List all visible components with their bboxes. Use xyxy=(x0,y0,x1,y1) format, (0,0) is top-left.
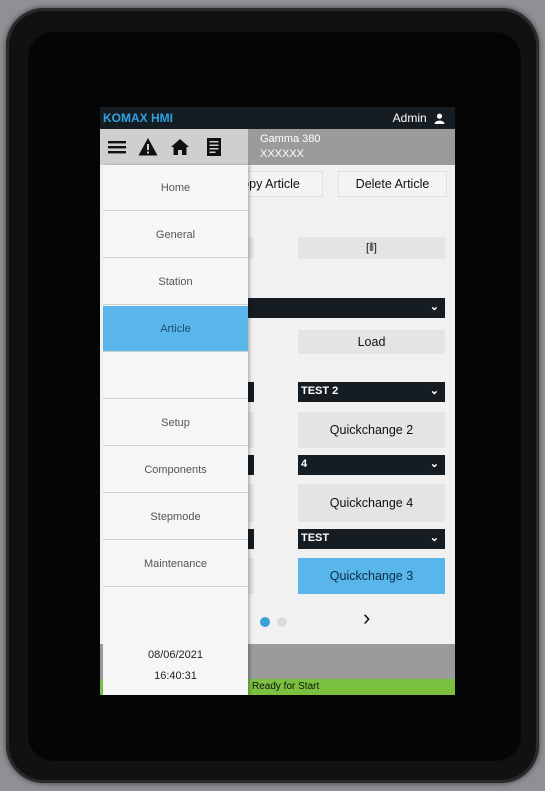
quickchange-3-select[interactable]: TEST ⌄ xyxy=(298,529,445,549)
delete-article-button[interactable]: Delete Article xyxy=(338,171,447,197)
hamburger-menu-icon[interactable] xyxy=(107,137,127,157)
menu-item-maintenance[interactable]: Maintenance xyxy=(103,541,248,587)
menu-datetime: 08/06/2021 16:40:31 xyxy=(103,645,248,687)
machine-name: Gamma 380 xyxy=(260,133,321,145)
side-menu: Home General Station Article Setup Compo… xyxy=(103,165,248,695)
quickchange-2-button[interactable]: Quickchange 2 xyxy=(298,412,445,448)
chevron-down-icon: ⌄ xyxy=(429,458,439,470)
brand-label: KOMAX HMI xyxy=(103,111,173,125)
quickchange-2-select-value: TEST 2 xyxy=(301,385,339,397)
quickchange-2-select[interactable]: TEST 2 ⌄ xyxy=(298,382,445,402)
next-page-button[interactable]: › xyxy=(363,605,370,631)
menu-item-general[interactable]: General xyxy=(103,212,248,258)
menu-item-article[interactable]: Article xyxy=(103,306,248,352)
top-bar: KOMAX HMI Admin xyxy=(100,107,455,129)
status-text: Ready for Start xyxy=(252,681,320,692)
page-dot-active[interactable] xyxy=(260,617,270,627)
menu-item-blank xyxy=(103,353,248,399)
home-icon[interactable] xyxy=(170,137,190,157)
barcode-scan-icon: [⦀] xyxy=(366,242,377,254)
machine-serial: XXXXXX xyxy=(260,148,305,160)
menu-item-components[interactable]: Components xyxy=(103,447,248,493)
quickchange-4-select[interactable]: 4 ⌄ xyxy=(298,455,445,475)
quickchange-3-select-value: TEST xyxy=(301,532,330,544)
quickchange-3-button[interactable]: Quickchange 3 xyxy=(298,558,445,594)
menu-item-home[interactable]: Home xyxy=(103,165,248,211)
quickchange-4-select-value: 4 xyxy=(301,458,308,470)
chevron-down-icon: ⌄ xyxy=(429,385,439,397)
page-dot[interactable] xyxy=(277,617,287,627)
document-icon[interactable] xyxy=(204,137,224,157)
toolbar-icons xyxy=(100,129,248,165)
hmi-screen: KOMAX HMI Admin Gamma 380 XXXXXX Copy Ar… xyxy=(100,107,455,695)
user-icon xyxy=(434,113,445,125)
chevron-down-icon: ⌄ xyxy=(429,532,439,544)
current-date: 08/06/2021 xyxy=(147,649,204,661)
user-menu[interactable]: Admin xyxy=(393,111,445,125)
load-button[interactable]: Load xyxy=(298,330,445,354)
menu-item-station[interactable]: Station xyxy=(103,259,248,305)
barcode-scan-button[interactable]: [⦀] xyxy=(298,237,445,259)
warning-icon[interactable] xyxy=(138,137,158,157)
toolbar: Gamma 380 XXXXXX xyxy=(100,129,455,165)
menu-item-stepmode[interactable]: Stepmode xyxy=(103,494,248,540)
chevron-down-icon: ⌄ xyxy=(429,301,439,313)
menu-item-setup[interactable]: Setup xyxy=(103,400,248,446)
user-label: Admin xyxy=(392,111,427,125)
machine-info: Gamma 380 XXXXXX xyxy=(260,132,321,162)
quickchange-4-button[interactable]: Quickchange 4 xyxy=(298,484,445,522)
current-time: 16:40:31 xyxy=(154,670,197,682)
